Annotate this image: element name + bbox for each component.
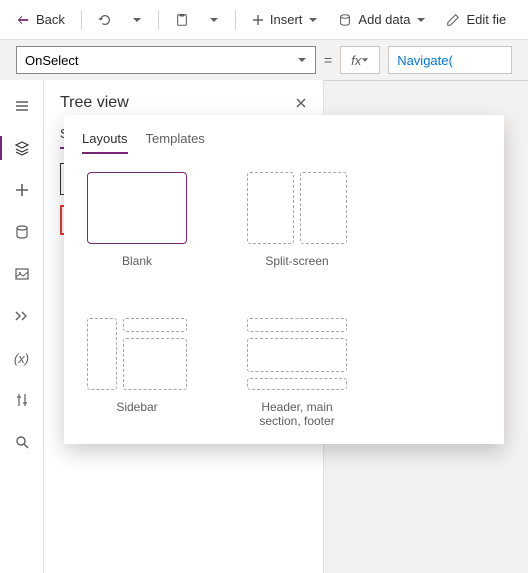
undo-dropdown[interactable] [124, 11, 150, 29]
close-panel-button[interactable] [295, 97, 307, 109]
popup-tab-layouts[interactable]: Layouts [82, 131, 128, 154]
separator [235, 10, 236, 30]
rail-hamburger[interactable] [10, 94, 34, 118]
layout-label: Sidebar [82, 400, 192, 414]
rail-tools[interactable] [10, 388, 34, 412]
popup-tabs: Layouts Templates [82, 131, 486, 154]
rail-data[interactable] [10, 220, 34, 244]
property-value: OnSelect [25, 53, 78, 68]
insert-button[interactable]: Insert [244, 8, 327, 31]
layout-preview-sidebar [87, 318, 187, 390]
search-icon [14, 434, 30, 450]
layout-label: Blank [82, 254, 192, 268]
layout-header-footer[interactable]: Header, main section, footer [242, 318, 352, 428]
chevron-down-icon [132, 15, 142, 25]
edit-fields-label: Edit fie [466, 12, 506, 27]
rail-media[interactable] [10, 262, 34, 286]
popup-tab-templates[interactable]: Templates [146, 131, 205, 154]
formula-bar: OnSelect = fx Navigate( [0, 40, 528, 80]
layout-sidebar[interactable]: Sidebar [82, 318, 192, 428]
back-button[interactable]: Back [8, 8, 73, 31]
media-icon [14, 266, 30, 282]
paste-button[interactable] [167, 9, 197, 31]
layout-blank[interactable]: Blank [82, 172, 192, 268]
insert-label: Insert [270, 12, 303, 27]
back-label: Back [36, 12, 65, 27]
add-data-label: Add data [358, 12, 410, 27]
chevron-down-icon [361, 56, 369, 64]
layout-preview-blank [87, 172, 187, 244]
edit-fields-button[interactable]: Edit fie [438, 8, 514, 31]
flow-icon [14, 308, 30, 324]
variable-icon: (x) [14, 351, 29, 366]
paste-dropdown[interactable] [201, 11, 227, 29]
rail-search[interactable] [10, 430, 34, 454]
top-toolbar: Back Insert Add data Edit fie [0, 0, 528, 40]
layout-grid: Blank Split-screen Sidebar Header, mai [82, 172, 486, 428]
fx-button[interactable]: fx [340, 46, 380, 74]
equals-sign: = [324, 52, 332, 68]
chevron-down-icon [297, 55, 307, 65]
add-data-button[interactable]: Add data [330, 8, 434, 31]
plus-icon [252, 14, 264, 26]
property-select[interactable]: OnSelect [16, 46, 316, 74]
formula-input[interactable]: Navigate( [388, 46, 512, 74]
tree-title: Tree view [60, 94, 129, 112]
left-rail: (x) [0, 80, 44, 573]
rail-flows[interactable] [10, 304, 34, 328]
hamburger-icon [14, 98, 30, 114]
chevron-down-icon [416, 15, 426, 25]
undo-button[interactable] [90, 9, 120, 31]
database-icon [14, 224, 30, 240]
separator [81, 10, 82, 30]
formula-text: Navigate( [397, 53, 453, 68]
close-icon [295, 97, 307, 109]
rail-variables[interactable]: (x) [10, 346, 34, 370]
back-arrow-icon [16, 13, 30, 27]
layout-label: Split-screen [242, 254, 352, 268]
undo-icon [98, 13, 112, 27]
separator [158, 10, 159, 30]
tools-icon [14, 392, 30, 408]
rail-tree-view[interactable] [10, 136, 34, 160]
layout-label: Header, main section, footer [242, 400, 352, 428]
layers-icon [14, 140, 30, 156]
chevron-down-icon [308, 15, 318, 25]
chevron-down-icon [209, 15, 219, 25]
clipboard-icon [175, 13, 189, 27]
rail-insert[interactable] [10, 178, 34, 202]
database-icon [338, 13, 352, 27]
pencil-icon [446, 13, 460, 27]
layout-preview-split [247, 172, 347, 244]
layout-preview-header [247, 318, 347, 390]
plus-icon [14, 182, 30, 198]
layout-split-screen[interactable]: Split-screen [242, 172, 352, 268]
new-screen-popup: Layouts Templates Blank Split-screen Sid… [64, 115, 504, 444]
